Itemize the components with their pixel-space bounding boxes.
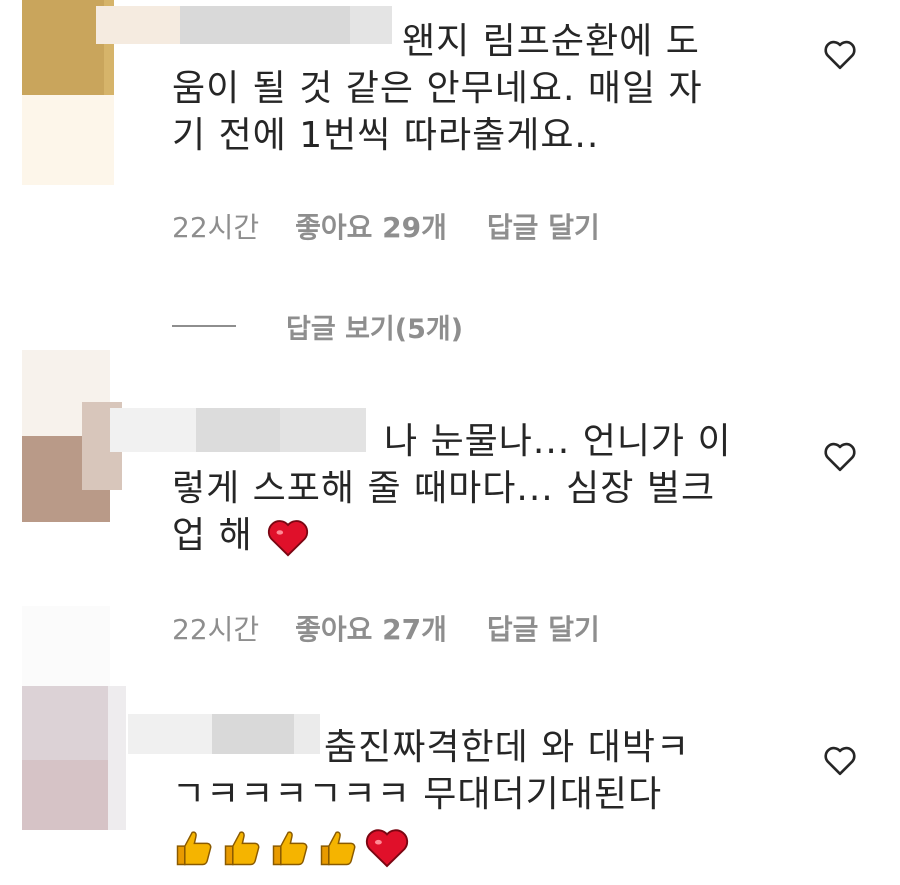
avatar[interactable]	[22, 606, 126, 830]
comment-time[interactable]: 22시간	[172, 206, 259, 246]
thumbs-up-icon	[320, 831, 356, 866]
view-replies-button[interactable]: 답글 보기(5개)	[172, 306, 463, 346]
comment-text: 나 눈물나... 언니가 이 렇게 스포해 줄 때마다... 심장 벌크 업 해	[172, 421, 732, 557]
thumbs-up-icon	[224, 831, 260, 866]
divider-line	[172, 325, 236, 327]
red-heart-icon	[365, 829, 409, 868]
likes-count[interactable]: 좋아요 27개	[295, 608, 447, 648]
comment-meta: 22시간 좋아요 27개 답글 달기	[172, 608, 600, 648]
view-replies-label: 답글 보기(5개)	[286, 313, 464, 345]
heart-outline-icon[interactable]	[820, 34, 860, 74]
avatar[interactable]	[22, 350, 122, 522]
red-heart-icon	[268, 520, 309, 557]
emoji-row	[265, 517, 311, 557]
comment-text: 춤진짜격한데 와 대박ㅋ ㄱㅋㅋㅋㄱㅋㅋ 무대더기대된다	[172, 727, 691, 815]
reply-button[interactable]: 답글 달기	[487, 608, 600, 648]
thumbs-up-icon	[176, 831, 212, 866]
heart-outline-icon[interactable]	[820, 436, 860, 476]
comment-meta: 22시간 좋아요 29개 답글 달기	[172, 206, 600, 246]
reply-button[interactable]: 답글 달기	[487, 206, 600, 246]
heart-outline-icon[interactable]	[820, 740, 860, 780]
emoji-row	[172, 826, 410, 870]
comment-text: 왠지 림프순환에 도 움이 될 것 같은 안무네요. 매일 자 기 전에 1번씩…	[172, 21, 703, 156]
thumbs-up-icon	[272, 831, 308, 866]
comment-time[interactable]: 22시간	[172, 608, 259, 648]
likes-count[interactable]: 좋아요 29개	[295, 206, 447, 246]
